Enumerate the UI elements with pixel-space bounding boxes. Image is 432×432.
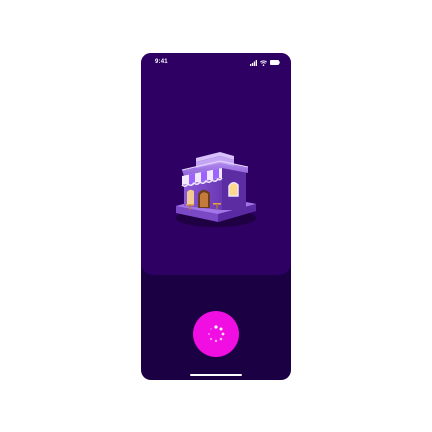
signal-icon — [250, 59, 257, 66]
battery-icon — [270, 60, 280, 65]
home-indicator[interactable] — [190, 374, 242, 376]
spinner-icon — [208, 325, 225, 343]
store-icon — [176, 152, 256, 227]
hero-panel: 9:41 — [141, 53, 291, 275]
status-icons — [250, 59, 280, 66]
loading-button[interactable] — [193, 311, 239, 357]
status-bar: 9:41 — [141, 53, 291, 73]
page: 9:41 — [0, 0, 432, 432]
phone-frame: 9:41 — [141, 53, 291, 380]
wifi-icon — [260, 59, 267, 66]
status-time: 9:41 — [155, 59, 168, 65]
